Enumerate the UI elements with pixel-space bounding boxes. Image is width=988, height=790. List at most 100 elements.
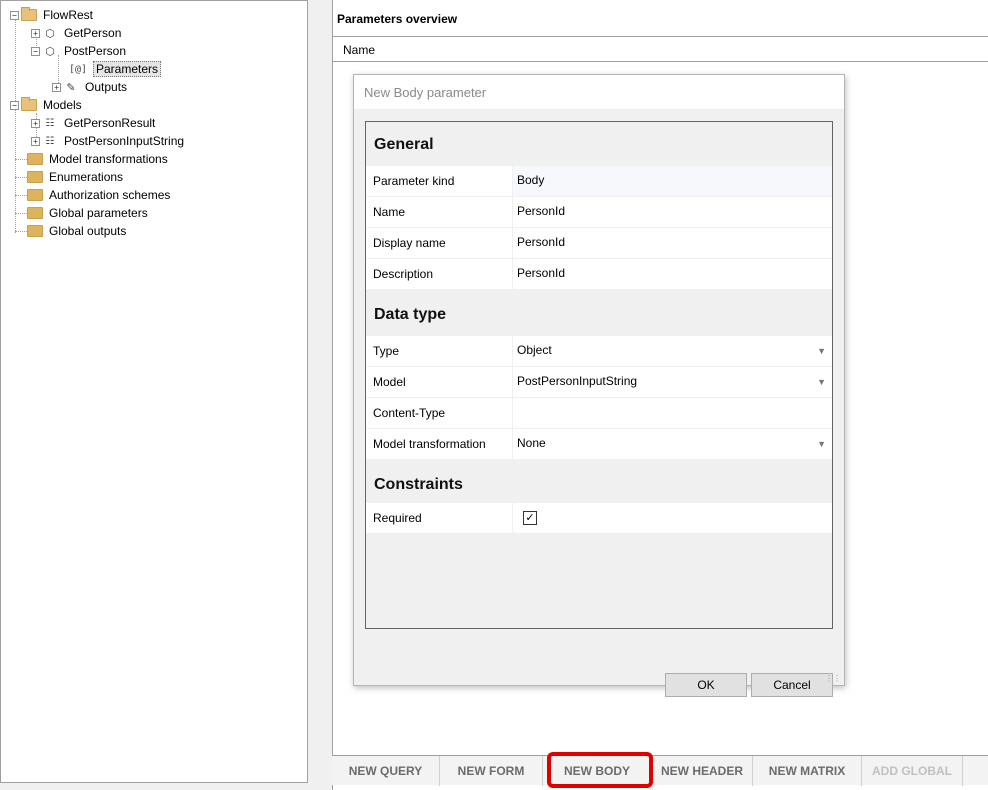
collapse-icon[interactable]: − <box>10 10 19 20</box>
new-body-parameter-dialog: New Body parameter General Parameter kin… <box>353 74 845 697</box>
column-header-name: Name <box>343 43 376 57</box>
model-transformation-select[interactable]: None ▼ <box>512 429 832 459</box>
cube-icon: ⬡ <box>45 27 55 40</box>
expand-icon[interactable]: + <box>31 136 40 146</box>
tree-item-enumerations[interactable]: Enumerations <box>27 168 125 186</box>
tree-item-parameters[interactable]: [@] Parameters <box>67 60 162 78</box>
required-checkbox[interactable]: ✓ <box>523 511 537 525</box>
content-type-field[interactable] <box>512 398 832 428</box>
row-type[interactable]: Type Object ▼ <box>366 336 832 367</box>
new-header-button[interactable]: NEW HEADER <box>652 756 753 786</box>
tree-item-label: Authorization schemes <box>49 188 171 202</box>
new-form-button[interactable]: NEW FORM <box>440 756 543 786</box>
tree-item-label: Outputs <box>85 80 128 94</box>
folder-icon <box>27 153 43 165</box>
property-label: Name <box>366 197 511 227</box>
dropdown-arrow-icon[interactable]: ▼ <box>817 367 826 397</box>
row-display-name[interactable]: Display name PersonId <box>366 228 832 259</box>
section-general: General <box>366 122 832 166</box>
property-label: Type <box>366 336 511 366</box>
ok-button[interactable]: OK <box>665 673 747 697</box>
parameters-icon: [@] <box>68 63 88 75</box>
section-data-type: Data type <box>366 292 832 336</box>
name-field[interactable]: PersonId <box>512 197 832 227</box>
row-parameter-kind[interactable]: Parameter kind Body <box>366 166 832 197</box>
column-header[interactable]: Name <box>333 36 988 62</box>
expand-icon[interactable]: + <box>31 28 40 38</box>
row-model[interactable]: Model PostPersonInputString ▼ <box>366 367 832 398</box>
collapse-icon[interactable]: − <box>10 100 19 110</box>
tree-panel: − FlowRest + ⬡ GetPerson − ⬡ PostPerson … <box>0 0 308 783</box>
folder-icon <box>27 207 43 219</box>
model-select-value: PostPersonInputString <box>517 374 638 388</box>
row-description[interactable]: Description PersonId <box>366 259 832 290</box>
expand-icon[interactable]: + <box>31 118 40 128</box>
tree-item-authorization-schemes[interactable]: Authorization schemes <box>27 186 172 204</box>
tree-item-label: GetPerson <box>64 26 122 40</box>
type-select[interactable]: Object ▼ <box>512 336 832 366</box>
tree-item-postperson[interactable]: − ⬡ PostPerson <box>31 42 128 60</box>
tree-item-getperson[interactable]: + ⬡ GetPerson <box>31 24 123 42</box>
cancel-button[interactable]: Cancel <box>751 673 833 697</box>
tree-connector <box>15 231 27 232</box>
dropdown-arrow-icon[interactable]: ▼ <box>817 336 826 366</box>
tree-item-model-transformations[interactable]: Model transformations <box>27 150 170 168</box>
tree-item-label: GetPersonResult <box>64 116 156 130</box>
display-name-field[interactable]: PersonId <box>512 228 832 258</box>
tree-item-models[interactable]: − Models <box>10 96 84 114</box>
required-cell: ✓ <box>512 503 832 533</box>
section-title: Data type <box>374 306 447 323</box>
model-select[interactable]: PostPersonInputString ▼ <box>512 367 832 397</box>
tree-item-postpersoninputstring[interactable]: + ☷ PostPersonInputString <box>31 132 186 150</box>
folder-open-icon <box>21 97 37 111</box>
dialog-body: General Parameter kind Body Name PersonI… <box>354 109 844 697</box>
tree-item-getpersonresult[interactable]: + ☷ GetPersonResult <box>31 114 157 132</box>
collapse-icon[interactable]: − <box>31 46 40 56</box>
property-label: Model transformation <box>366 429 511 459</box>
dropdown-arrow-icon[interactable]: ▼ <box>817 429 826 459</box>
tree-item-label: Global outputs <box>49 224 127 238</box>
property-label: Model <box>366 367 511 397</box>
outputs-icon: ✎ <box>66 81 76 94</box>
tree-connector <box>15 159 27 160</box>
dialog-title: New Body parameter <box>364 85 487 100</box>
row-content-type[interactable]: Content-Type <box>366 398 832 429</box>
row-model-transformation[interactable]: Model transformation None ▼ <box>366 429 832 460</box>
row-name[interactable]: Name PersonId <box>366 197 832 228</box>
tree-item-label: Global parameters <box>49 206 148 220</box>
bottom-toolbar: NEW QUERY NEW FORM NEW BODY NEW HEADER N… <box>332 755 988 786</box>
tree-item-label: Enumerations <box>49 170 124 184</box>
tree-connector <box>15 213 27 214</box>
property-label: Required <box>366 503 511 533</box>
folder-icon <box>27 171 43 183</box>
folder-icon <box>27 225 43 237</box>
property-grid: General Parameter kind Body Name PersonI… <box>365 121 833 629</box>
property-label: Parameter kind <box>366 166 511 196</box>
tree-item-global-outputs[interactable]: Global outputs <box>27 222 128 240</box>
tree-item-flowrest[interactable]: − FlowRest <box>10 6 95 24</box>
page-title: Parameters overview <box>337 12 458 26</box>
tree-item-global-parameters[interactable]: Global parameters <box>27 204 150 222</box>
resize-grip-icon[interactable]: ⋮⋮ <box>825 675 841 683</box>
section-title: General <box>374 136 434 153</box>
model-icon: ☷ <box>45 135 55 147</box>
section-title: Constraints <box>374 476 463 493</box>
tree-item-outputs[interactable]: + ✎ Outputs <box>52 78 129 96</box>
type-select-value: Object <box>517 343 552 357</box>
folder-icon <box>27 189 43 201</box>
new-matrix-button[interactable]: NEW MATRIX <box>753 756 862 786</box>
parameter-kind-value[interactable]: Body <box>512 166 832 196</box>
property-label: Content-Type <box>366 398 511 428</box>
add-global-button[interactable]: ADD GLOBAL <box>862 756 963 786</box>
tree-item-label: Parameters <box>93 61 162 77</box>
tree-item-label: Models <box>43 98 82 112</box>
expand-icon[interactable]: + <box>52 82 61 92</box>
model-transformation-value: None <box>517 436 546 450</box>
tree-connector <box>15 177 27 178</box>
section-constraints: Constraints <box>366 462 832 506</box>
property-label: Description <box>366 259 511 289</box>
row-required[interactable]: Required ✓ <box>366 503 832 534</box>
description-field[interactable]: PersonId <box>512 259 832 289</box>
cube-icon: ⬡ <box>45 45 55 58</box>
new-query-button[interactable]: NEW QUERY <box>332 756 440 786</box>
